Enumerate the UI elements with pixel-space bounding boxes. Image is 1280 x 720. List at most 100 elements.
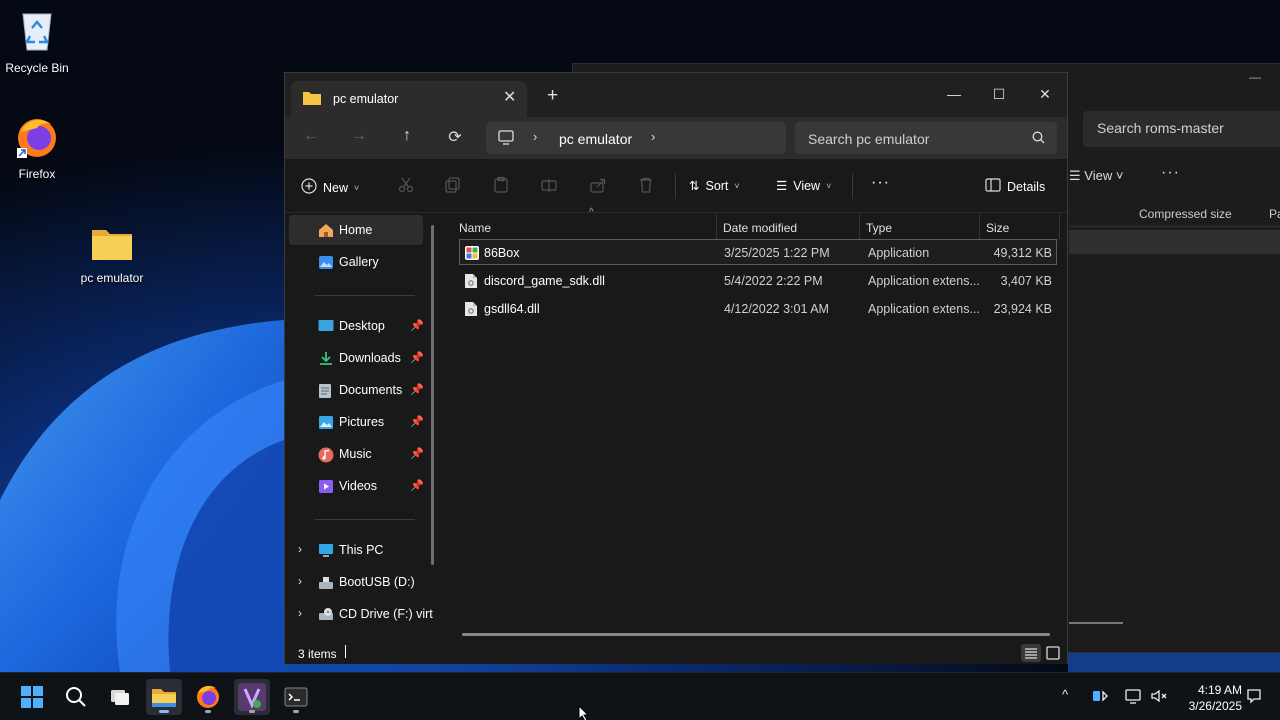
gallery-icon xyxy=(318,255,334,273)
background-selected-row[interactable] xyxy=(1069,230,1280,254)
up-arrow-icon[interactable]: ↑ xyxy=(393,127,421,149)
view-button[interactable]: ☰ View ˅ xyxy=(776,178,831,194)
chevron-right-icon[interactable]: › xyxy=(298,574,302,588)
sidebar-item-pictures[interactable]: Pictures 📌 xyxy=(289,407,424,437)
column-label: Date modified xyxy=(723,221,798,235)
folder-icon xyxy=(67,224,157,265)
cut-icon[interactable] xyxy=(397,176,417,196)
pin-icon[interactable]: 📌 xyxy=(410,319,424,332)
sidebar-item-desktop[interactable]: Desktop 📌 xyxy=(289,311,424,341)
share-icon[interactable] xyxy=(589,176,609,196)
address-bar[interactable]: › pc emulator › xyxy=(486,122,786,154)
column-header-compressed-size[interactable]: Compressed size xyxy=(1139,207,1232,221)
maximize-button[interactable]: ☐ xyxy=(984,79,1014,109)
sidebar-item-downloads[interactable]: Downloads 📌 xyxy=(289,343,424,373)
pin-icon[interactable]: 📌 xyxy=(410,351,424,364)
pin-icon[interactable]: 📌 xyxy=(410,479,424,492)
search-button[interactable] xyxy=(58,679,94,715)
sidebar-item-label: Pictures xyxy=(339,415,385,429)
task-view-button[interactable] xyxy=(102,679,138,715)
tab-pc-emulator[interactable]: pc emulator ✕ xyxy=(291,81,527,117)
clock-date: 3/26/2025 xyxy=(1188,699,1242,713)
sidebar-item-documents[interactable]: Documents 📌 xyxy=(289,375,424,405)
more-options-button[interactable]: ··· xyxy=(871,174,890,192)
horizontal-scrollbar[interactable] xyxy=(462,633,1050,636)
sidebar-item-home[interactable]: Home xyxy=(289,215,423,245)
chevron-right-icon[interactable]: › xyxy=(651,129,655,144)
rename-icon[interactable] xyxy=(540,176,560,196)
video-icon xyxy=(318,479,334,497)
navigation-pane[interactable]: Home Gallery Desktop 📌 Downloads 📌 Docum… xyxy=(285,213,443,640)
system-clock[interactable]: 4:19 AM 3/26/2025 xyxy=(1176,682,1242,714)
taskbar-terminal[interactable] xyxy=(278,679,314,715)
command-bar: New ˅ ⇅ Sort ˅ ☰ View ˅ ··· Details xyxy=(285,159,1067,213)
new-button[interactable]: New ˅ xyxy=(301,178,359,197)
forward-arrow-icon[interactable]: → xyxy=(345,127,373,149)
notification-bell-icon[interactable] xyxy=(1245,687,1263,708)
desktop-icon-pc-emulator[interactable]: pc emulator xyxy=(67,224,157,285)
pin-icon[interactable]: 📌 xyxy=(410,415,424,428)
file-date: 5/4/2022 2:22 PM xyxy=(724,274,823,288)
sidebar-item-gallery[interactable]: Gallery xyxy=(289,247,423,277)
thumbnail-view-toggle[interactable] xyxy=(1043,644,1063,662)
close-button[interactable]: ✕ xyxy=(1030,79,1060,109)
file-size: 49,312 KB xyxy=(993,246,1052,260)
paste-icon[interactable] xyxy=(492,176,512,196)
desktop-icon-recycle-bin[interactable]: Recycle Bin xyxy=(0,8,82,75)
pin-icon[interactable]: 📌 xyxy=(410,383,424,396)
sort-button[interactable]: ⇅ Sort ˅ xyxy=(689,178,740,194)
volume-muted-icon[interactable] xyxy=(1150,687,1168,708)
refresh-icon[interactable]: ⟳ xyxy=(441,127,469,149)
chevron-down-icon: ˅ xyxy=(734,180,740,191)
view-label: View xyxy=(793,178,821,193)
column-header-partial[interactable]: Pa xyxy=(1269,207,1280,221)
chevron-right-icon[interactable]: › xyxy=(533,129,537,144)
navigation-pane-scrollbar[interactable] xyxy=(431,225,434,565)
table-row[interactable]: 86Box 3/25/2025 1:22 PM Application 49,3… xyxy=(459,239,1057,265)
bluetooth-icon[interactable] xyxy=(1092,687,1110,708)
background-view-button[interactable]: ☰ View ˅ xyxy=(1069,168,1123,184)
minimize-button[interactable]: — xyxy=(939,79,969,109)
taskbar-visual-studio[interactable] xyxy=(234,679,270,715)
close-tab-icon[interactable]: ✕ xyxy=(503,87,516,107)
details-button[interactable]: Details xyxy=(985,178,1045,195)
divider xyxy=(852,173,853,199)
chevron-down-icon: ˅ xyxy=(354,182,360,193)
sidebar-item-bootusb[interactable]: › BootUSB (D:) xyxy=(289,567,423,597)
search-input[interactable]: Search pc emulator xyxy=(795,122,1057,154)
background-more-button[interactable]: ··· xyxy=(1161,164,1180,182)
desktop-icon-firefox[interactable]: Firefox xyxy=(0,114,82,181)
details-view-toggle[interactable] xyxy=(1021,644,1041,662)
table-row[interactable]: discord_game_sdk.dll 5/4/2022 2:22 PM Ap… xyxy=(459,267,1057,293)
file-explorer-window[interactable]: pc emulator ✕ + — ☐ ✕ ← → ↑ ⟳ › pc emula… xyxy=(284,72,1068,664)
sidebar-item-videos[interactable]: Videos 📌 xyxy=(289,471,424,501)
start-button[interactable] xyxy=(14,679,50,715)
sidebar-item-music[interactable]: Music 📌 xyxy=(289,439,424,469)
column-header-date-modified[interactable]: Date modified xyxy=(717,213,860,241)
title-bar[interactable]: pc emulator ✕ + — ☐ ✕ xyxy=(285,73,1067,117)
file-list[interactable]: Name ^ Date modified Type Size 86Box 3/2… xyxy=(443,207,1069,640)
column-header-size[interactable]: Size xyxy=(980,213,1060,241)
background-scrollbar[interactable] xyxy=(1069,622,1123,624)
breadcrumb[interactable]: pc emulator xyxy=(559,131,632,147)
home-icon xyxy=(318,223,334,241)
taskbar-firefox[interactable] xyxy=(190,679,226,715)
sidebar-item-this-pc[interactable]: › This PC xyxy=(289,535,423,565)
back-arrow-icon[interactable]: ← xyxy=(297,127,325,149)
chevron-up-icon[interactable]: ^ xyxy=(1062,687,1068,702)
chevron-right-icon[interactable]: › xyxy=(298,606,302,620)
minimize-icon[interactable]: — xyxy=(1249,70,1261,84)
details-label: Details xyxy=(1007,179,1046,194)
chevron-right-icon[interactable]: › xyxy=(298,542,302,556)
network-icon[interactable] xyxy=(1124,687,1142,708)
column-header-type[interactable]: Type xyxy=(860,213,980,241)
background-search-input[interactable]: Search roms-master xyxy=(1083,111,1280,147)
copy-icon[interactable] xyxy=(444,176,464,196)
column-header-name[interactable]: Name xyxy=(443,213,717,241)
sidebar-item-cd-drive[interactable]: › CD Drive (F:) virt xyxy=(289,599,433,629)
delete-icon[interactable] xyxy=(637,176,657,196)
table-row[interactable]: gsdll64.dll 4/12/2022 3:01 AM Applicatio… xyxy=(459,295,1057,321)
new-tab-button[interactable]: + xyxy=(547,85,558,107)
pin-icon[interactable]: 📌 xyxy=(410,447,424,460)
taskbar-file-explorer[interactable] xyxy=(146,679,182,715)
